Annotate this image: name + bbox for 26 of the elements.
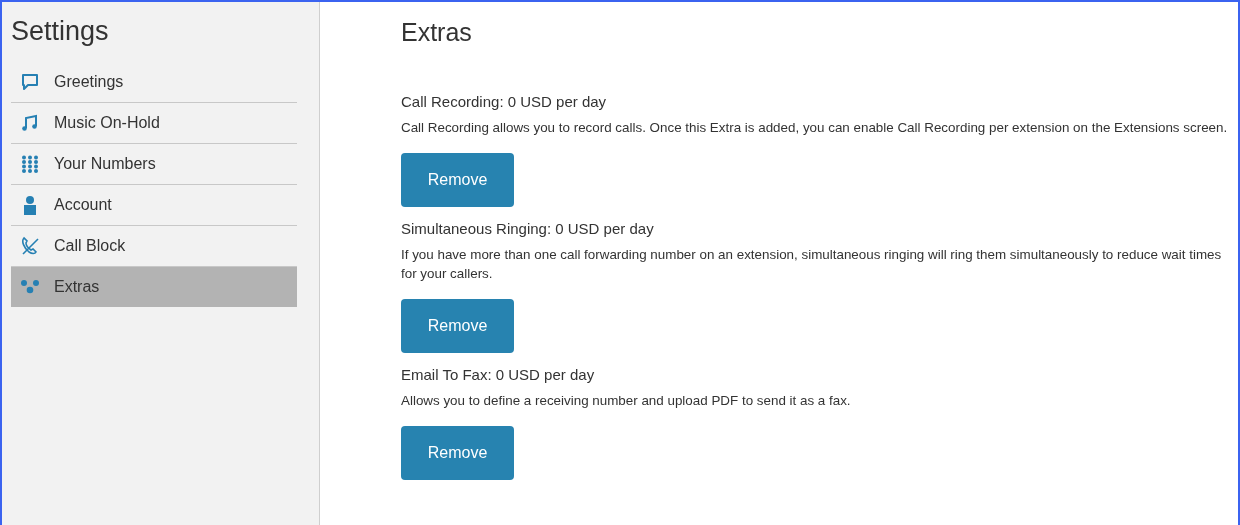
extra-name: Call Recording: 0 USD per day — [401, 93, 607, 110]
item-label: Music On-Hold — [54, 114, 160, 132]
speech-bubble-icon — [20, 72, 40, 92]
item-label: Account — [54, 196, 112, 214]
sidebar-item[interactable]: Music On-Hold — [11, 103, 297, 144]
extra-description: Call Recording allows you to record calls. Once this Extra is added, you can enable Call Recording per extension on the Extensions screen. — [401, 119, 1228, 137]
extra-description: If you have more than one call forwarding number on an extension, simultaneous ringing will ring them simultaneously to reduce wait times for your callers. — [401, 246, 1223, 283]
sidebar-item[interactable]: Extras — [11, 267, 297, 307]
item-label: Call Block — [54, 237, 126, 255]
page-title: Extras — [401, 18, 473, 47]
extra-description: Allows you to define a receiving number and upload PDF to send it as a fax. — [401, 392, 851, 410]
item-label: Extras — [54, 278, 100, 296]
sidebar-item[interactable]: Account — [11, 185, 297, 226]
dial-pad-icon — [20, 154, 40, 174]
extra-name: Simultaneous Ringing: 0 USD per day — [401, 220, 654, 237]
sidebar-title: Settings — [11, 16, 110, 48]
sidebar-item[interactable]: Greetings — [11, 62, 297, 103]
remove-button[interactable]: Remove — [401, 426, 514, 480]
item-label: Your Numbers — [54, 155, 156, 173]
music-note-icon — [20, 113, 40, 133]
remove-button[interactable]: Remove — [401, 299, 514, 353]
phone-crossed-icon — [20, 236, 40, 256]
item-label: Greetings — [54, 73, 124, 91]
sidebar-item[interactable]: Your Numbers — [11, 144, 297, 185]
extra-name: Email To Fax: 0 USD per day — [401, 366, 595, 383]
remove-button[interactable]: Remove — [401, 153, 514, 207]
